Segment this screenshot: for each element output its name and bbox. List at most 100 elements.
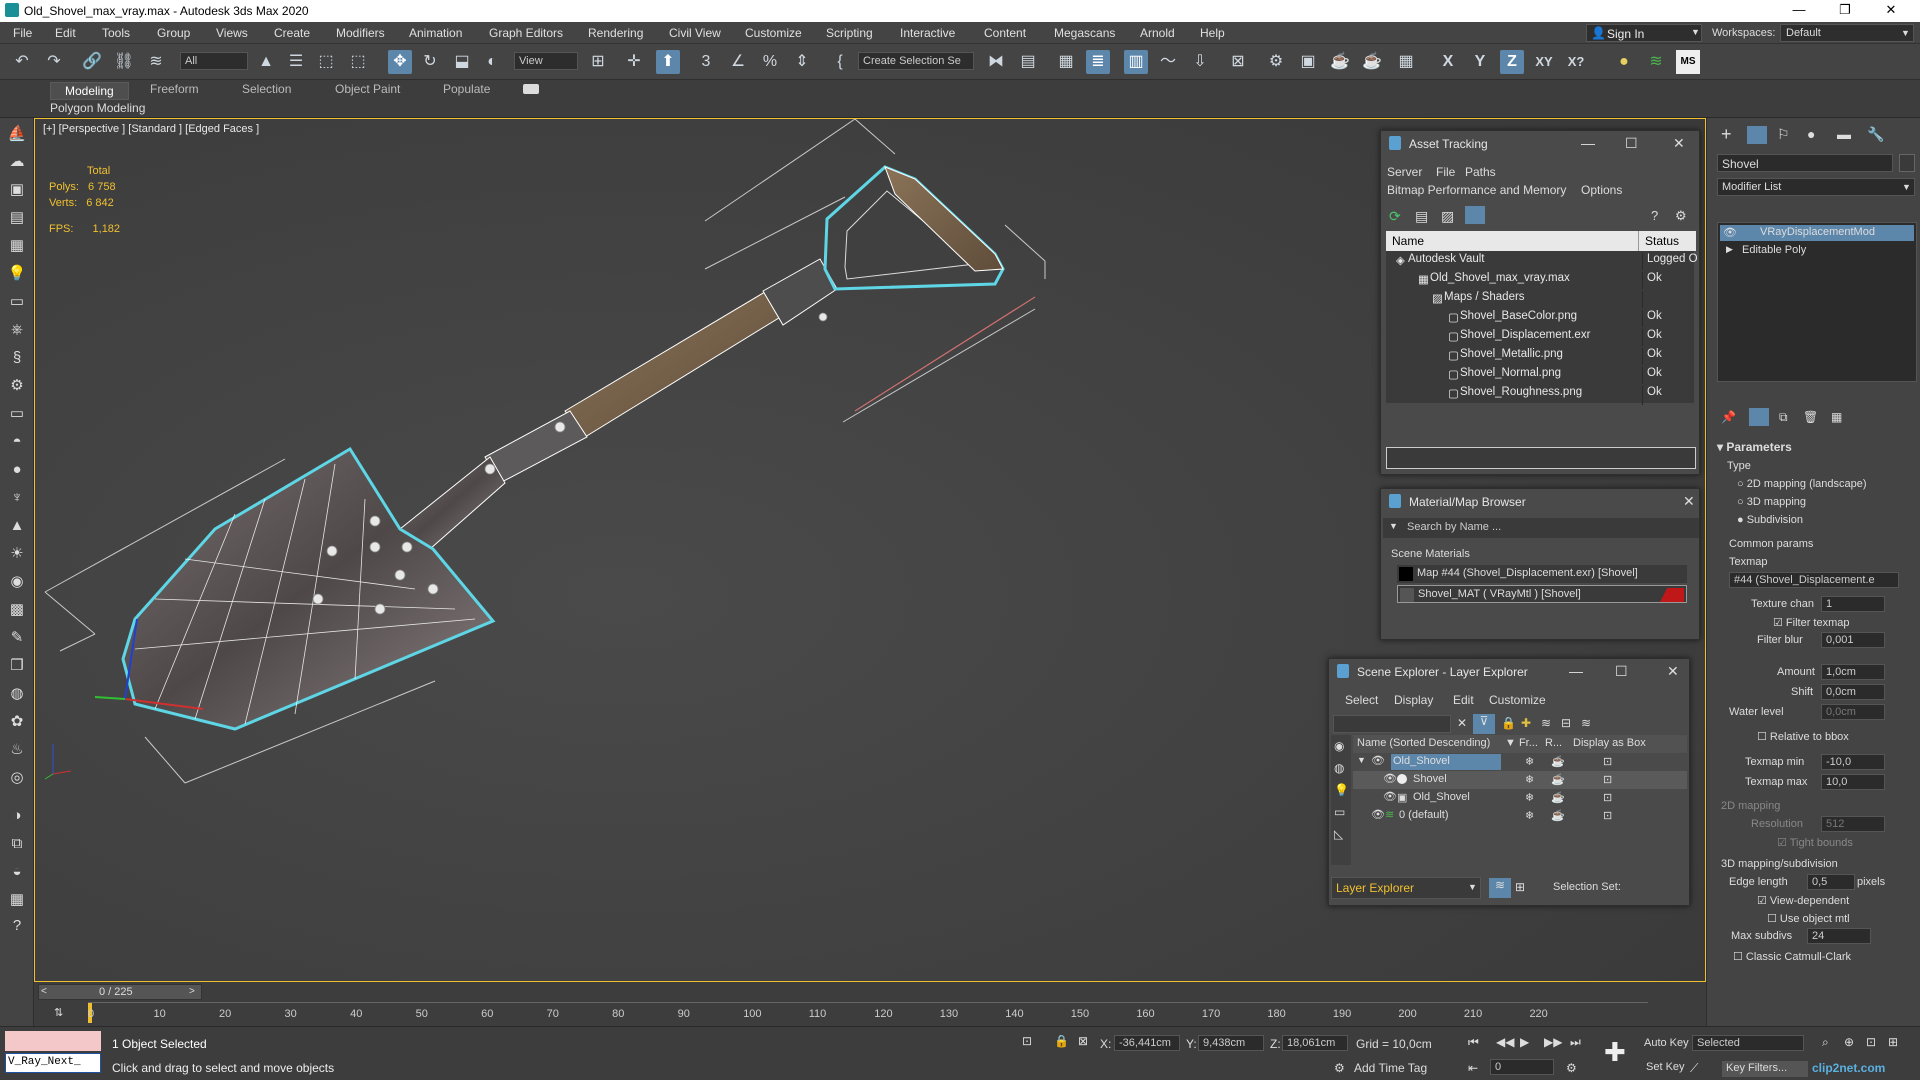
asset-row[interactable]: ▨ Maps / Shaders [1386,289,1694,310]
menu-scripting[interactable]: Scripting [826,26,873,40]
asset-path-field[interactable] [1386,447,1696,469]
teapot-icon[interactable]: ☕ [1551,809,1565,822]
render-production-icon[interactable]: ☕ [1328,50,1352,74]
filter-blur-spinner[interactable]: 0,001 [1821,632,1885,648]
scale-icon[interactable]: ⬓ [450,50,474,74]
relative-bbox-checkbox[interactable]: ☐ Relative to bbox [1757,730,1849,743]
edge-length-spinner[interactable]: 0,5 [1807,874,1855,890]
cube-icon[interactable]: ❒ [5,654,29,678]
material-editor-icon[interactable]: ⊠ [1226,50,1250,74]
shift-spinner[interactable]: 0,0cm [1821,684,1885,700]
freeze-icon[interactable]: ❄ [1525,809,1534,822]
column-display-box[interactable]: Display as Box [1573,737,1646,749]
texmap-min-spinner[interactable]: -10,0 [1821,754,1885,770]
stack-item-editable-poly[interactable]: ▶ Editable Poly [1720,243,1914,259]
collapse-icon[interactable]: ▼ [1357,755,1366,765]
ribbon-toggle-icon[interactable]: ▥ [1124,50,1148,74]
auto-key-button[interactable]: Auto Key [1644,1037,1689,1049]
select-manipulate-icon[interactable]: ✛ [622,50,646,74]
eye-icon[interactable]: 👁 [1383,790,1397,803]
percent-snap-icon[interactable]: % [758,50,782,74]
asset-menu-file[interactable]: File [1436,165,1455,179]
tree-row-old-shovel-object[interactable]: 👁 ▣ Old_Shovel ❄ ☕ ⊡ [1353,789,1687,807]
current-frame-field[interactable]: 0 [1490,1059,1554,1075]
menu-graph-editors[interactable]: Graph Editors [489,26,563,40]
fire-icon[interactable]: ♨ [5,738,29,762]
axis-xy-button[interactable]: XY [1532,50,1556,74]
eye-icon[interactable]: 👁 [1371,808,1385,821]
freeze-icon[interactable]: ❄ [1525,773,1534,786]
light-icon[interactable]: 💡 [5,262,29,286]
asset-row[interactable]: ◈ Autodesk Vault Logged O [1386,251,1698,272]
box-icon[interactable]: ⊡ [1603,755,1612,768]
menu-animation[interactable]: Animation [409,26,462,40]
ribbon-options-icon[interactable] [523,84,539,94]
absolute-mode-icon[interactable]: ⊠ [1078,1034,1088,1048]
camera-icon[interactable]: ▭ [5,290,29,314]
make-unique-icon[interactable]: ⧉ [1779,410,1788,425]
asset-row[interactable]: ▢ Shovel_Normal.png Ok [1386,365,1694,386]
column-name[interactable]: Name [1392,234,1424,248]
remove-modifier-icon[interactable]: 🗑 [1803,410,1818,424]
y-coordinate-field[interactable]: 9,438cm [1198,1035,1264,1051]
axis-y-button[interactable]: Y [1468,50,1492,74]
x-coordinate-field[interactable]: -36,441cm [1114,1035,1180,1051]
explorer-type-dropdown[interactable]: Layer Explorer ▼ [1331,877,1481,899]
scan-icon[interactable]: ◎ [5,766,29,790]
maxscript-input[interactable]: V_Ray_Next_ [5,1053,101,1073]
eye-icon[interactable]: 👁 [1371,754,1385,767]
pivot-center-icon[interactable]: ⊞ [586,50,610,74]
explorer-menu-customize[interactable]: Customize [1489,693,1546,707]
maximize-icon[interactable]: ☐ [1615,663,1628,680]
mesh-icon[interactable]: ▩ [5,598,29,622]
modifier-list-dropdown[interactable]: Modifier List ▼ [1717,178,1915,196]
layers-icon[interactable]: ≋ [1581,716,1591,730]
select-object-icon[interactable]: ▲ [254,50,278,74]
teapot-icon[interactable]: ☕ [1551,755,1565,768]
fur-icon[interactable]: ✿ [5,710,29,734]
menu-rendering[interactable]: Rendering [588,26,643,40]
minimize-icon[interactable]: — [1776,2,1822,17]
world-icon[interactable]: ◑ [5,804,29,828]
helper-icon[interactable]: ◺ [1334,827,1343,841]
refresh-icon[interactable]: ⟳ [1389,208,1401,225]
ball-icon[interactable]: ◉ [5,570,29,594]
workspaces-dropdown[interactable]: Default ▼ [1780,24,1914,42]
maxscript-listener-top[interactable] [5,1031,101,1051]
teapot-icon[interactable]: ☕ [1551,773,1565,786]
amount-spinner[interactable]: 1,0cm [1821,664,1885,680]
display-icon[interactable]: ◉ [1334,739,1344,753]
sign-in-dropdown[interactable]: 👤 Sign In ▼ [1586,24,1702,42]
light-icon[interactable]: 💡 [1334,783,1349,797]
axis-x-button[interactable]: X [1436,50,1460,74]
named-selection-icon[interactable]: { [828,50,852,74]
proxy-icon[interactable]: ⧉ [5,832,29,856]
material-item-map44[interactable]: Map #44 (Shovel_Displacement.exr) [Shove… [1397,565,1687,583]
rectangular-selection-icon[interactable]: ⬚ [314,50,338,74]
play-icon[interactable]: ▶ [1520,1035,1529,1049]
chandelier-icon[interactable]: ♆ [5,486,29,510]
render-iterative-icon[interactable]: ☕ [1360,50,1384,74]
lock-icon[interactable]: 🔒 [1501,716,1516,730]
ms-icon[interactable]: MS [1676,50,1700,74]
parameters-rollout[interactable]: ▾ Parameters [1717,440,1792,454]
menu-group[interactable]: Group [157,26,190,40]
layers-stack-icon[interactable]: ≋ [1541,716,1551,730]
freeze-icon[interactable]: ❄ [1525,791,1534,804]
menu-civil-view[interactable]: Civil View [669,26,721,40]
spinner-snap-icon[interactable]: ⇕ [790,50,814,74]
object-color-swatch[interactable] [1899,154,1915,172]
camera-icon[interactable]: ▭ [1334,805,1345,819]
tight-bounds-checkbox[interactable]: ☑ Tight bounds [1777,836,1853,849]
scene-materials-header[interactable]: Scene Materials [1391,548,1470,560]
selection-filter-dropdown[interactable]: All [180,52,248,70]
column-status[interactable]: Status [1638,231,1685,251]
material-search[interactable]: ▼ Search by Name ... [1383,518,1699,538]
ribbon-tab-freeform[interactable]: Freeform [150,82,199,96]
close-icon[interactable]: ✕ [1673,135,1685,152]
cone-icon[interactable]: ▲ [5,514,29,538]
eye-icon[interactable]: 👁 [1723,226,1737,239]
rotate-icon[interactable]: ↻ [418,50,442,74]
ribbon-tab-modeling[interactable]: Modeling [50,82,129,100]
help-icon[interactable]: ? [1651,208,1658,223]
